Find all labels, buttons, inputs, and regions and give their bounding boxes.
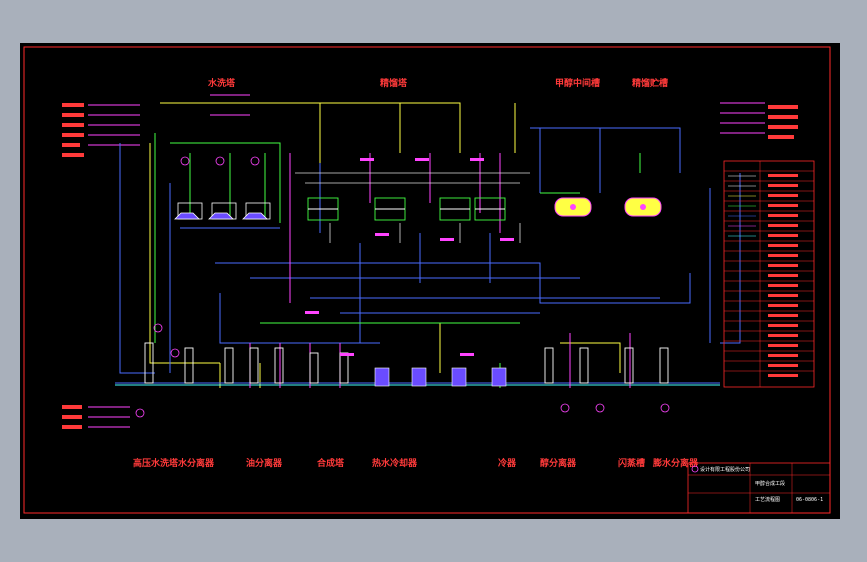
methanol-tanks [554,197,662,217]
title-company: 设计有限工程股份公司 [700,466,750,473]
pumps [135,323,670,418]
pipes-white [295,172,530,243]
separator-columns [144,342,669,384]
label-hot-water-cooler: 热水冷却器 [372,457,418,469]
drawing-border [23,46,831,514]
pipe-tags [305,158,514,356]
title-project: 甲醇合成工段 [755,480,785,487]
title-number: 06-0806-1 [796,497,823,503]
label-rectifier: 精馏塔 [380,77,408,89]
inlet-pipes-left [88,94,765,428]
label-cooler: 冷器 [498,457,517,469]
label-oil-separator: 油分离器 [246,457,283,469]
label-hp-separator: 高压水洗塔水分离器 [133,457,215,469]
right-outlet-labels [768,105,798,139]
process-flow-diagram: 水洗塔 精馏塔 甲醇中间槽 精馏贮槽 高压水洗塔水分离器 油分离器 合成塔 热水… [23,46,831,514]
label-flash-tank: 闪蒸槽 [618,457,645,469]
pipes-blue [115,127,741,384]
label-storage-tank: 精馏贮槽 [632,77,668,89]
left-inlet-labels [62,103,84,429]
pipes-yellow [149,102,621,388]
label-synthesis-tower: 合成塔 [317,457,345,469]
legend-table [723,160,815,388]
label-methanol-tank: 甲醇中间槽 [555,77,600,89]
label-water-wash-tower: 水洗塔 [208,77,236,89]
water-wash-units [174,156,271,220]
rectifier-units [307,197,506,221]
title-block: 设计有限工程股份公司 甲醇合成工段 工艺流程图 06-0806-1 [687,462,831,514]
label-alcohol-separator: 醇分离器 [540,457,577,469]
title-drawing: 工艺流程图 [755,496,780,503]
pipes-green [154,133,641,388]
cad-viewport: 水洗塔 精馏塔 甲醇中间槽 精馏贮槽 高压水洗塔水分离器 油分离器 合成塔 热水… [20,43,840,519]
